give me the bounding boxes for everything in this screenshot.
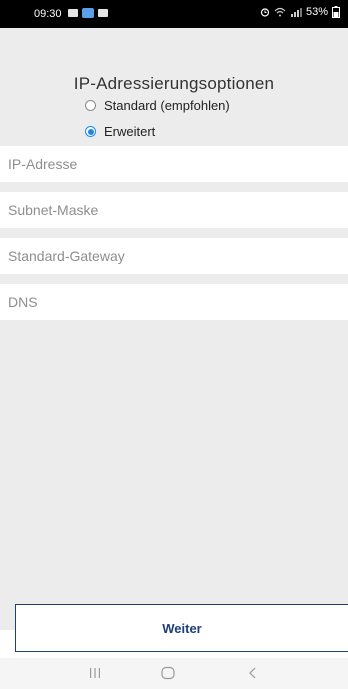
- radio-label-advanced: Erweitert: [104, 124, 156, 139]
- radio-option-advanced[interactable]: Erweitert: [85, 124, 155, 139]
- signal-icon: [290, 8, 302, 17]
- radio-label-standard: Standard (empfohlen): [104, 98, 230, 113]
- ip-address-placeholder: IP-Adresse: [8, 156, 78, 172]
- radio-unchecked-icon[interactable]: [85, 100, 96, 111]
- gallery-notification-icon: [68, 9, 78, 17]
- system-navigation-bar: [0, 658, 348, 689]
- alarm-icon: [260, 8, 270, 17]
- wifi-icon: [274, 7, 286, 17]
- recent-apps-icon[interactable]: [88, 666, 102, 680]
- phone-screen: 09:30 53% IP-Adressierungsoptionen Stand…: [0, 0, 348, 689]
- battery-percent: 53%: [305, 6, 328, 18]
- page-title: IP-Adressierungsoptionen: [73, 74, 275, 93]
- back-icon[interactable]: [247, 666, 259, 680]
- status-bar: 09:30 53%: [0, 0, 348, 28]
- mail-notification-icon: [98, 9, 108, 17]
- subnet-mask-field[interactable]: Subnet-Maske: [0, 192, 348, 228]
- dns-field[interactable]: DNS: [0, 284, 348, 320]
- ip-options-panel: IP-Adressierungsoptionen Standard (empfo…: [0, 28, 348, 630]
- default-gateway-field[interactable]: Standard-Gateway: [0, 238, 348, 274]
- app-notification-icon: [82, 8, 94, 18]
- home-icon[interactable]: [160, 666, 176, 680]
- radio-checked-icon[interactable]: [85, 126, 96, 137]
- ip-address-field[interactable]: IP-Adresse: [0, 146, 348, 182]
- status-time: 09:30: [34, 8, 62, 20]
- default-gateway-placeholder: Standard-Gateway: [8, 248, 125, 264]
- notification-icons: [68, 8, 108, 18]
- battery-icon: [332, 6, 340, 18]
- continue-button[interactable]: Weiter: [15, 604, 348, 652]
- radio-option-standard[interactable]: Standard (empfohlen): [85, 98, 230, 113]
- system-icons: 53%: [260, 6, 340, 18]
- subnet-mask-placeholder: Subnet-Maske: [8, 202, 99, 218]
- dns-placeholder: DNS: [8, 294, 38, 310]
